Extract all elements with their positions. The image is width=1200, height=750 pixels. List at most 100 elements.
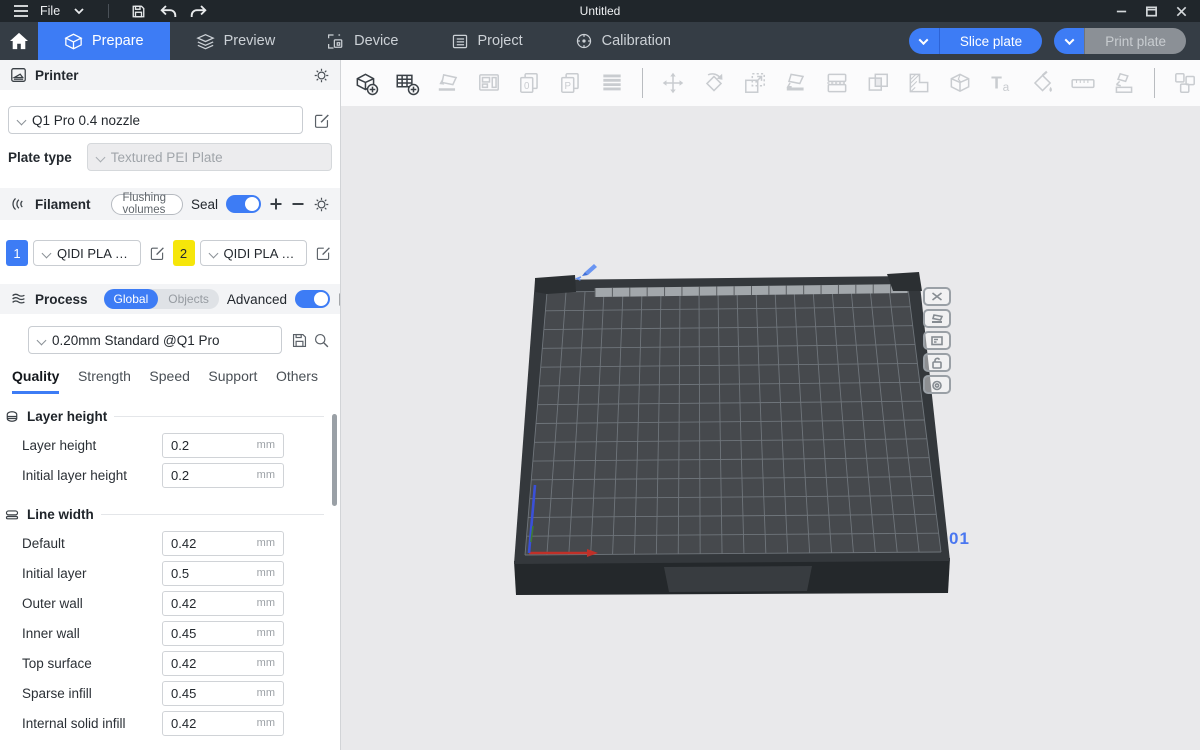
filament-slot-1-badge[interactable]: 1 [6,240,28,266]
save-icon[interactable] [127,2,149,20]
process-preset-combo[interactable]: 0.20mm Standard @Q1 Pro [28,326,282,354]
assembly-icon [1170,68,1200,98]
tab-support[interactable]: Support [208,368,257,394]
plate-type-label: Plate type [8,150,72,165]
sparse-infill-line-width-input[interactable]: 0.45 mm [162,681,284,706]
plate-name-edit-icon[interactable] [575,259,599,286]
plate-type-combo[interactable]: Textured PEI Plate [87,143,332,171]
slice-options-chevron-icon[interactable] [909,28,939,54]
redo-icon[interactable] [187,2,209,20]
tab-speed[interactable]: Speed [149,368,189,394]
layer-height-input[interactable]: 0.2 mm [162,433,284,458]
default-line-width-input[interactable]: 0.42 mm [162,531,284,556]
outer-wall-line-width-input[interactable]: 0.42 mm [162,591,284,616]
undo-icon[interactable] [157,2,179,20]
setting-row: Sparse infill 0.45 mm [0,678,340,708]
advanced-toggle[interactable] [295,290,330,308]
line-width-icon [4,507,20,522]
home-button[interactable] [0,22,38,60]
main-tab-bar: Prepare Preview Device Project Calibrati… [0,22,1200,60]
filament-slot-2-badge[interactable]: 2 [173,240,195,266]
slice-plate-button[interactable]: Slice plate [909,28,1042,54]
setting-row: Initial layer 0.5 mm [0,558,340,588]
toolbar-separator [1154,68,1155,98]
svg-text:a: a [1003,80,1010,94]
setting-row: Outer wall 0.42 mm [0,588,340,618]
file-menu[interactable]: File [40,4,60,18]
tab-project[interactable]: Project [425,22,549,60]
setting-row: Initial layer height 0.2 mm [0,460,340,490]
printer-preset-combo[interactable]: Q1 Pro 0.4 nozzle [8,106,303,134]
print-plate-button[interactable]: Print plate [1054,28,1186,54]
seal-label: Seal [191,197,218,212]
tab-quality[interactable]: Quality [12,368,59,394]
svg-text:T: T [991,72,1002,92]
tab-others[interactable]: Others [276,368,318,394]
close-button[interactable] [1170,2,1192,20]
viewport-toolbar: 0PTa [341,60,1200,106]
tab-prepare[interactable]: Prepare [38,22,170,60]
delete-plate-button[interactable] [923,287,951,306]
layer-height-icon [4,409,20,424]
add-model-icon[interactable] [351,68,381,98]
measure-icon [1068,68,1098,98]
remove-filament-button[interactable] [291,194,305,214]
build-plate[interactable] [341,106,1123,750]
initial-layer-line-width-input[interactable]: 0.5 mm [162,561,284,586]
flushing-volumes-button[interactable]: Flushing volumes [111,194,183,215]
seal-toggle[interactable] [226,195,261,213]
add-plate-icon[interactable] [392,68,422,98]
tab-strength[interactable]: Strength [78,368,131,394]
edit-printer-icon[interactable] [310,109,332,131]
tab-calibration[interactable]: Calibration [549,22,697,60]
filament-settings-gear-icon[interactable] [313,196,330,213]
scope-objects[interactable]: Objects [158,289,219,309]
setting-row: Inner wall 0.45 mm [0,618,340,648]
split-parts-icon: P [556,68,586,98]
edit-filament-1-icon[interactable] [146,242,168,264]
print-options-chevron-icon[interactable] [1054,28,1084,54]
inner-wall-line-width-input[interactable]: 0.45 mm [162,621,284,646]
layer-height-group-header: Layer height [0,400,340,430]
printer-settings-gear-icon[interactable] [313,67,330,84]
arrange-icon [474,68,504,98]
top-surface-line-width-input[interactable]: 0.42 mm [162,651,284,676]
process-section-header: Process Global Objects Advanced [0,284,340,314]
plate-settings-button[interactable] [923,375,951,394]
filament-1-combo[interactable]: QIDI PLA Rapido [33,240,141,266]
quality-settings-list: Layer height Layer height 0.2 mm Initial… [0,400,340,750]
hamburger-menu-icon[interactable] [10,2,32,20]
tab-device[interactable]: Device [301,22,424,60]
chevron-down-icon[interactable] [68,2,90,20]
initial-layer-height-input[interactable]: 0.2 mm [162,463,284,488]
process-tabs: Quality Strength Speed Support Others [0,368,340,394]
filament-section-header: Filament Flushing volumes Seal [0,188,340,220]
minimize-button[interactable] [1110,2,1132,20]
internal-solid-infill-line-width-input[interactable]: 0.42 mm [162,711,284,736]
plate-action-buttons [923,287,951,394]
arrange-plate-button[interactable] [923,331,951,350]
chevron-down-icon [95,152,105,162]
plate-number: 01 [949,529,970,549]
auto-orient-icon [433,68,463,98]
filament-2-combo[interactable]: QIDI PLA Rapido M... [200,240,308,266]
tab-preview[interactable]: Preview [170,22,302,60]
scope-global[interactable]: Global [104,289,159,309]
orient-plate-button[interactable] [923,309,951,328]
viewport-3d[interactable]: 01 [341,106,1200,750]
edit-filament-2-icon[interactable] [312,242,334,264]
maximize-button[interactable] [1140,2,1162,20]
color-paint-icon [1027,68,1057,98]
fill-icon [904,68,934,98]
save-preset-icon[interactable] [288,329,310,351]
variable-layer-height-icon [597,68,627,98]
chevron-down-icon [208,248,218,258]
settings-scrollbar[interactable] [332,414,337,506]
lock-plate-button[interactable] [923,353,951,372]
toolbar-separator [642,68,643,98]
process-scope-toggle[interactable]: Global Objects [104,289,219,309]
search-preset-icon[interactable] [310,329,332,351]
rotate-icon [699,68,729,98]
text-icon: Ta [986,68,1016,98]
add-filament-button[interactable] [269,194,283,214]
